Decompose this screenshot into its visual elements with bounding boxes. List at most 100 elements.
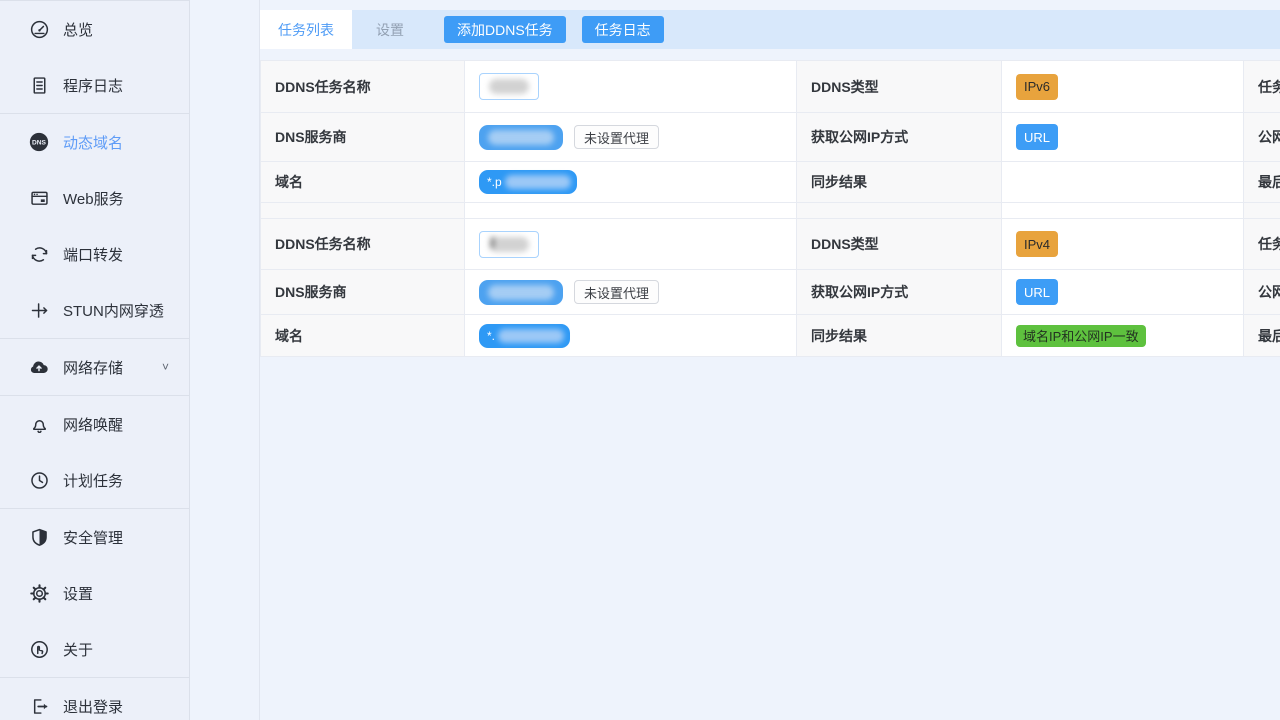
- sidebar-item-logout[interactable]: 退出登录: [0, 678, 189, 720]
- sync-result-value-cell: [1002, 162, 1244, 203]
- logout-icon: [28, 695, 50, 717]
- ipv4-tag: IPv4: [1016, 231, 1058, 257]
- url-tag: URL: [1016, 279, 1058, 305]
- stun-passthrough-icon: [28, 299, 50, 321]
- sidebar-item-security[interactable]: 安全管理: [0, 509, 189, 565]
- tab-task-list[interactable]: 任务列表: [260, 10, 352, 49]
- task-name-label: DDNS任务名称: [261, 61, 465, 113]
- sync-result-value-cell: 域名IP和公网IP一致: [1002, 315, 1244, 357]
- dns-provider-label: DNS服务商: [261, 113, 465, 162]
- dns-icon: DNS: [28, 131, 50, 153]
- clipped-label-task: 任务: [1244, 219, 1280, 270]
- clipped-label-public: 公网: [1244, 270, 1280, 315]
- sidebar-item-wake-on-lan[interactable]: 网络唤醒: [0, 396, 189, 452]
- ddns-type-value-cell: IPv4: [1002, 219, 1244, 270]
- clipped-label-public: 公网: [1244, 113, 1280, 162]
- no-proxy-tag: 未设置代理: [574, 125, 659, 149]
- ddns-type-label: DDNS类型: [797, 61, 1002, 113]
- url-tag: URL: [1016, 124, 1058, 150]
- redacted-domain: [498, 329, 564, 343]
- sidebar-item-label: 端口转发: [63, 244, 123, 265]
- add-ddns-task-button[interactable]: 添加DDNS任务: [444, 16, 566, 43]
- ip-method-label: 获取公网IP方式: [797, 270, 1002, 315]
- ip-method-value-cell: URL: [1002, 113, 1244, 162]
- sidebar-item-label: 关于: [63, 639, 93, 660]
- dns-provider-badge: [479, 280, 563, 305]
- ipv6-tag: IPv6: [1016, 74, 1058, 100]
- ip-method-label: 获取公网IP方式: [797, 113, 1002, 162]
- domain-value-cell: *.p: [465, 162, 797, 203]
- sidebar-item-program-logs[interactable]: 程序日志: [0, 57, 189, 113]
- sync-result-label: 同步结果: [797, 162, 1002, 203]
- sidebar-item-network-storage[interactable]: 网络存储 ˅: [0, 339, 189, 395]
- task-name-badge: [479, 73, 539, 100]
- domain-value-cell: *.: [465, 315, 797, 357]
- sidebar-item-about[interactable]: 关于: [0, 621, 189, 677]
- sidebar-item-label: 设置: [63, 583, 93, 604]
- sidebar: 总览 程序日志 DNS 动态域名 Web服务 端口转发: [0, 0, 190, 720]
- sidebar-item-port-forward[interactable]: 端口转发: [0, 226, 189, 282]
- clipped-label-last: 最后: [1244, 315, 1280, 357]
- browser-window-icon: [28, 187, 50, 209]
- clipped-label-task: 任务: [1244, 61, 1280, 113]
- svg-text:DNS: DNS: [32, 140, 47, 147]
- ip-method-value-cell: URL: [1002, 270, 1244, 315]
- gauge-icon: [28, 18, 50, 40]
- redacted-task-name: [489, 79, 529, 94]
- sidebar-group-6: 退出登录: [0, 677, 189, 720]
- domain-label: 域名: [261, 315, 465, 357]
- sidebar-group-3: 网络存储 ˅: [0, 338, 189, 395]
- domain-label: 域名: [261, 162, 465, 203]
- redacted-task-name: [489, 237, 529, 252]
- task-name-value-cell: [465, 219, 797, 270]
- table-row: DDNS任务名称 DDNS类型 IPv6 任务: [261, 61, 1280, 113]
- sidebar-item-ddns[interactable]: DNS 动态域名: [0, 114, 189, 170]
- sidebar-item-stun[interactable]: STUN内网穿透: [0, 282, 189, 338]
- sidebar-group-2: DNS 动态域名 Web服务 端口转发 STUN内网穿透: [0, 113, 189, 338]
- domain-prefix: *.: [487, 329, 495, 343]
- table-spacer-row: [261, 203, 1280, 219]
- sidebar-group-5: 安全管理 设置 关于: [0, 508, 189, 677]
- task-log-button[interactable]: 任务日志: [582, 16, 664, 43]
- table-row: 域名 *.p 同步结果 最后: [261, 162, 1280, 203]
- sidebar-item-scheduled-tasks[interactable]: 计划任务: [0, 452, 189, 508]
- clock-icon: [28, 469, 50, 491]
- domain-prefix: *.p: [487, 175, 502, 189]
- sidebar-item-label: 动态域名: [63, 132, 123, 153]
- no-proxy-tag: 未设置代理: [574, 280, 659, 304]
- sidebar-item-overview[interactable]: 总览: [0, 1, 189, 57]
- dns-provider-value-cell: 未设置代理: [465, 113, 797, 162]
- dns-provider-badge: [479, 125, 563, 150]
- sidebar-item-label: 退出登录: [63, 696, 123, 717]
- sync-ok-tag: 域名IP和公网IP一致: [1016, 325, 1146, 347]
- shield-icon: [28, 526, 50, 548]
- bell-icon: [28, 413, 50, 435]
- redacted-provider: [488, 130, 554, 145]
- gear-icon: [28, 582, 50, 604]
- table-row: DNS服务商 未设置代理 获取公网IP方式 URL 公网: [261, 270, 1280, 315]
- chevron-down-icon: ˅: [162, 360, 169, 374]
- cloud-upload-icon: [28, 356, 50, 378]
- ddns-task-table: DDNS任务名称 DDNS类型 IPv6 任务 DNS服务商 未设置代理 获取公…: [260, 60, 1280, 357]
- circular-arrows-icon: [28, 243, 50, 265]
- clipped-label-last: 最后: [1244, 162, 1280, 203]
- tab-settings[interactable]: 设置: [352, 10, 428, 49]
- sidebar-item-web-service[interactable]: Web服务: [0, 170, 189, 226]
- sidebar-item-label: STUN内网穿透: [63, 300, 164, 321]
- sidebar-item-label: 计划任务: [63, 470, 123, 491]
- redacted-domain: [505, 175, 571, 189]
- domain-badge: *.: [479, 324, 570, 348]
- ddns-type-value-cell: IPv6: [1002, 61, 1244, 113]
- sidebar-item-label: Web服务: [63, 188, 124, 209]
- domain-badge: *.p: [479, 170, 577, 194]
- task-name-label: DDNS任务名称: [261, 219, 465, 270]
- sidebar-item-label: 安全管理: [63, 527, 123, 548]
- sidebar-item-label: 程序日志: [63, 75, 123, 96]
- sidebar-item-settings[interactable]: 设置: [0, 565, 189, 621]
- task-name-value-cell: [465, 61, 797, 113]
- ddns-type-label: DDNS类型: [797, 219, 1002, 270]
- sidebar-item-label: 网络唤醒: [63, 414, 123, 435]
- tab-bar: 任务列表 设置 添加DDNS任务 任务日志: [260, 10, 1280, 49]
- hand-pointer-icon: [28, 638, 50, 660]
- table-row: 域名 *. 同步结果 域名IP和公网IP一致 最后: [261, 315, 1280, 357]
